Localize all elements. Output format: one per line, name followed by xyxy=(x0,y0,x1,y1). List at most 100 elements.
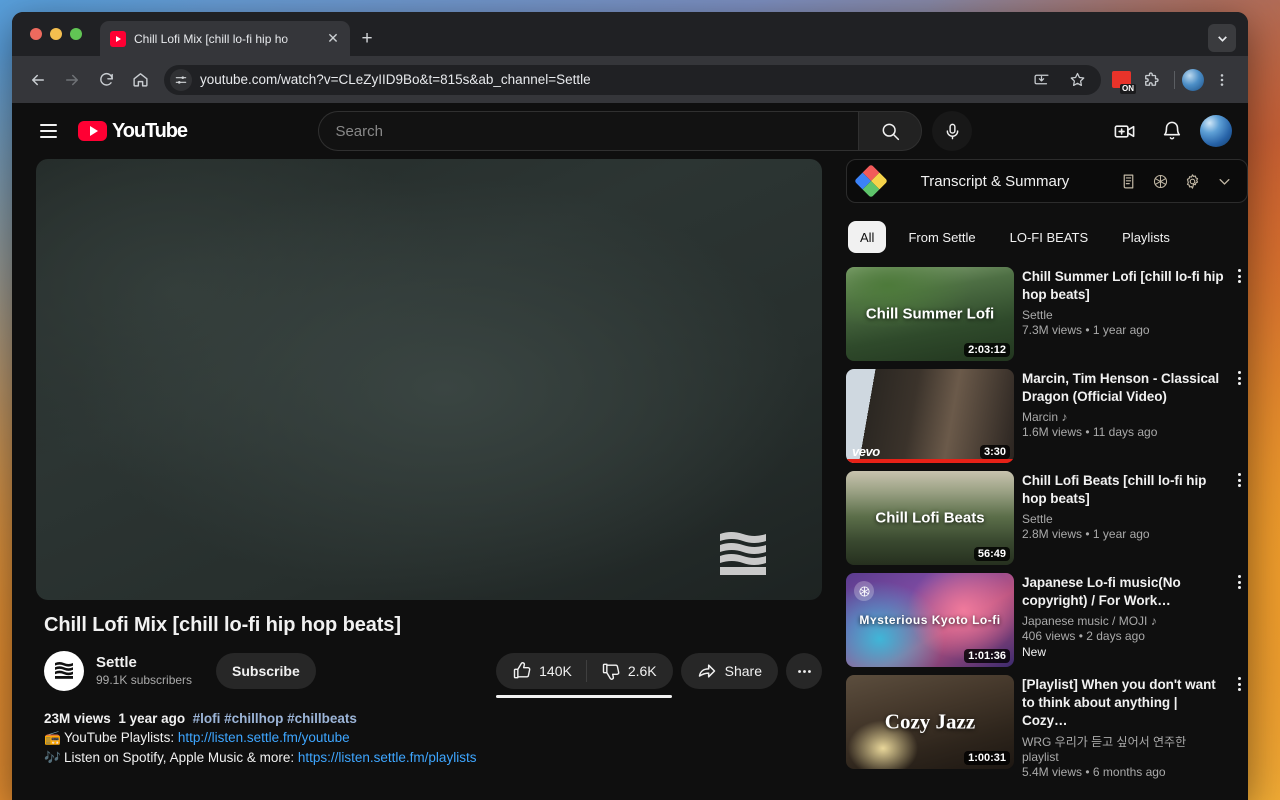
thumbnail-overlay-text: Cozy Jazz xyxy=(846,710,1014,735)
transcript-extension-logo-icon xyxy=(854,164,888,198)
list-item[interactable]: Cozy Jazz 1:00:31 [Playlist] When you do… xyxy=(846,675,1248,779)
browser-profile-avatar[interactable] xyxy=(1182,69,1204,91)
kebab-menu-icon xyxy=(1214,72,1230,88)
video-channel[interactable]: Japanese music / MOJI ♪ xyxy=(1022,614,1224,628)
video-thumbnail[interactable]: vevo 3:30 xyxy=(846,369,1014,463)
site-settings-button[interactable] xyxy=(170,69,192,91)
reload-button[interactable] xyxy=(90,64,122,96)
video-title[interactable]: [Playlist] When you don't want to think … xyxy=(1022,676,1224,729)
video-stats: 1.6M views • 11 days ago xyxy=(1022,425,1224,439)
video-title[interactable]: Japanese Lo-fi music(No copyright) / For… xyxy=(1022,574,1224,610)
video-title[interactable]: Chill Summer Lofi [chill lo-fi hip hop b… xyxy=(1022,268,1224,304)
youtube-page: YouTube xyxy=(12,103,1248,800)
extensions-button[interactable] xyxy=(1135,64,1167,96)
browser-tab[interactable]: Chill Lofi Mix [chill lo-fi hip ho ✕ xyxy=(100,21,350,56)
list-item[interactable]: Mʏsterious Kyoto Lo-fi 1:01:36 Japanese … xyxy=(846,573,1248,667)
recorder-extension-button[interactable]: ON xyxy=(1109,69,1133,91)
search-icon xyxy=(880,121,901,142)
video-thumbnail[interactable]: Chill Summer Lofi 2:03:12 xyxy=(846,267,1014,361)
transcript-icon[interactable] xyxy=(1117,170,1139,192)
list-item[interactable]: Chill Summer Lofi 2:03:12 Chill Summer L… xyxy=(846,267,1248,361)
gear-icon[interactable] xyxy=(1181,170,1203,192)
view-count: 23M views xyxy=(44,711,111,726)
secondary-column: Transcript & Summary All xyxy=(846,159,1248,779)
search-box[interactable] xyxy=(318,111,922,151)
create-button[interactable] xyxy=(1104,111,1144,151)
video-thumbnail[interactable]: Cozy Jazz 1:00:31 xyxy=(846,675,1014,769)
collapse-panel-chevron-down-icon[interactable] xyxy=(1213,170,1235,192)
video-menu-button[interactable] xyxy=(1230,473,1248,487)
video-channel[interactable]: Marcin ♪ xyxy=(1022,410,1224,424)
list-item[interactable]: vevo 3:30 Marcin, Tim Henson - Classical… xyxy=(846,369,1248,463)
notifications-button[interactable] xyxy=(1152,111,1192,151)
progress-indicator xyxy=(846,459,1014,463)
video-description[interactable]: 23M views 1 year ago #lofi #chillhop #ch… xyxy=(44,711,822,766)
description-stats: 23M views 1 year ago #lofi #chillhop #ch… xyxy=(44,711,822,726)
settle-logo-icon xyxy=(54,662,74,680)
puzzle-icon xyxy=(1142,71,1160,89)
settle-watermark-icon xyxy=(720,532,766,576)
youtube-logo[interactable]: YouTube xyxy=(78,120,187,143)
address-bar[interactable]: youtube.com/watch?v=CLeZyIID9Bo&t=815s&a… xyxy=(164,65,1101,95)
transcript-summary-panel[interactable]: Transcript & Summary xyxy=(846,159,1248,203)
list-item[interactable]: Chill Lofi Beats 56:49 Chill Lofi Beats … xyxy=(846,471,1248,565)
new-badge: New xyxy=(1022,645,1224,659)
forward-button[interactable] xyxy=(56,64,88,96)
maximize-window-button[interactable] xyxy=(70,28,82,40)
dislike-button[interactable]: 2.6K xyxy=(587,653,671,689)
video-channel[interactable]: WRG 우리가 듣고 싶어서 연주한 playlist xyxy=(1022,733,1224,764)
install-app-icon xyxy=(1033,71,1050,88)
share-icon xyxy=(697,661,717,681)
like-button[interactable]: 140K xyxy=(498,653,586,689)
search-input[interactable] xyxy=(318,111,858,151)
home-button[interactable] xyxy=(124,64,156,96)
video-menu-button[interactable] xyxy=(1230,677,1248,691)
share-button[interactable]: Share xyxy=(681,653,778,689)
install-app-button[interactable] xyxy=(1025,64,1057,96)
video-thumbnail[interactable]: Chill Lofi Beats 56:49 xyxy=(846,471,1014,565)
voice-search-button[interactable] xyxy=(932,111,972,151)
guide-menu-button[interactable] xyxy=(28,111,68,151)
video-info: Marcin, Tim Henson - Classical Dragon (O… xyxy=(1022,369,1248,463)
channel-avatar[interactable] xyxy=(44,651,84,691)
video-channel[interactable]: Settle xyxy=(1022,308,1224,322)
video-info: Chill Summer Lofi [chill lo-fi hip hop b… xyxy=(1022,267,1248,361)
video-title[interactable]: Marcin, Tim Henson - Classical Dragon (O… xyxy=(1022,370,1224,406)
chip-playlists[interactable]: Playlists xyxy=(1110,221,1182,253)
video-channel[interactable]: Settle xyxy=(1022,512,1224,526)
video-duration: 56:49 xyxy=(974,547,1010,561)
radio-icon: 📻 xyxy=(44,730,61,746)
video-title[interactable]: Chill Lofi Beats [chill lo-fi hip hop be… xyxy=(1022,472,1224,508)
minimize-window-button[interactable] xyxy=(50,28,62,40)
video-thumbnail[interactable]: Mʏsterious Kyoto Lo-fi 1:01:36 xyxy=(846,573,1014,667)
openai-icon[interactable] xyxy=(1149,170,1171,192)
chip-all[interactable]: All xyxy=(848,221,886,253)
video-menu-button[interactable] xyxy=(1230,575,1248,589)
thumbs-up-icon xyxy=(512,661,532,681)
search-submit-button[interactable] xyxy=(858,111,922,151)
description-link-2[interactable]: https://listen.settle.fm/playlists xyxy=(298,750,477,765)
channel-name[interactable]: Settle xyxy=(96,653,192,673)
close-window-button[interactable] xyxy=(30,28,42,40)
video-menu-button[interactable] xyxy=(1230,371,1248,385)
description-link-1[interactable]: http://listen.settle.fm/youtube xyxy=(178,730,350,745)
window-traffic-lights xyxy=(30,28,82,40)
video-info: [Playlist] When you don't want to think … xyxy=(1022,675,1248,779)
browser-menu-button[interactable] xyxy=(1206,64,1238,96)
new-tab-button[interactable]: + xyxy=(354,26,380,52)
video-menu-button[interactable] xyxy=(1230,269,1248,283)
chip-from-settle[interactable]: From Settle xyxy=(896,221,987,253)
tab-search-button[interactable] xyxy=(1208,24,1236,52)
chip-lofi-beats[interactable]: LO-FI BEATS xyxy=(998,221,1101,253)
bookmark-button[interactable] xyxy=(1061,64,1093,96)
toolbar-divider xyxy=(1174,71,1175,89)
recommendations-list: Chill Summer Lofi 2:03:12 Chill Summer L… xyxy=(846,267,1248,779)
account-avatar[interactable] xyxy=(1200,115,1232,147)
video-player[interactable] xyxy=(36,159,822,600)
hashtags[interactable]: #lofi #chillhop #chillbeats xyxy=(193,711,357,726)
back-button[interactable] xyxy=(22,64,54,96)
more-actions-button[interactable] xyxy=(786,653,822,689)
close-tab-icon[interactable]: ✕ xyxy=(324,30,342,48)
browser-window: Chill Lofi Mix [chill lo-fi hip ho ✕ + xyxy=(12,12,1248,800)
subscribe-button[interactable]: Subscribe xyxy=(216,653,316,689)
